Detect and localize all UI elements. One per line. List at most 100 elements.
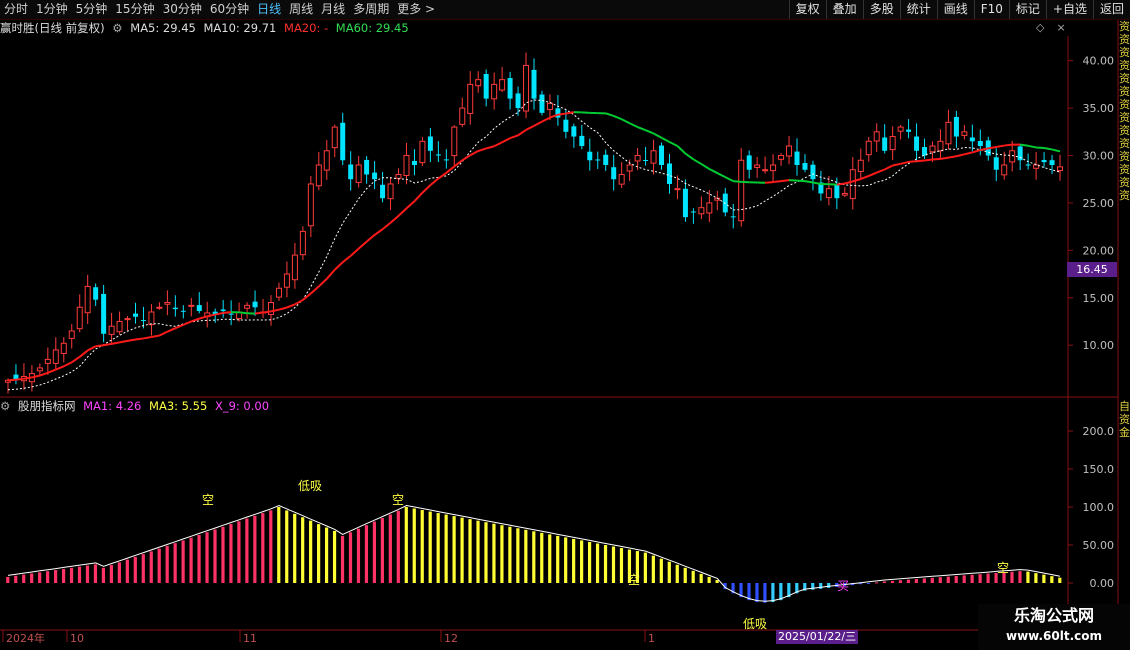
ma20-segment [405, 200, 416, 210]
price-tick-label: 10.00 [1083, 339, 1115, 352]
indicator-bar [954, 576, 958, 583]
ma20-segment [621, 118, 631, 125]
candle-body [380, 184, 386, 199]
candle-body [499, 79, 506, 91]
indicator-bar [301, 517, 305, 583]
candle-body [172, 307, 178, 310]
indicator-bar [77, 566, 82, 583]
candle-body [220, 309, 226, 312]
candle-body [84, 285, 91, 314]
candle-body [906, 129, 912, 132]
candle-body [682, 188, 688, 218]
date-tick-label: 1 [648, 632, 655, 645]
indicator-bar [564, 537, 568, 583]
candle-body [331, 126, 338, 149]
ma20-segment [397, 207, 408, 217]
signal-buy-label: 买 [837, 579, 849, 593]
sub-tick-label: 150.0 [1083, 463, 1115, 476]
indicator-bar [643, 552, 647, 583]
ma20-segment [302, 292, 312, 301]
candle-body [595, 159, 601, 161]
candle-body [283, 273, 290, 288]
candle-body [810, 164, 816, 180]
ma20-segment [924, 158, 933, 162]
indicator-bar [1034, 573, 1038, 583]
indicator-bar [197, 534, 201, 583]
indicator-bar [540, 532, 544, 583]
ma20-segment [900, 160, 909, 165]
indicator-bar [500, 525, 504, 583]
indicator-bar [14, 575, 18, 583]
candle-body [914, 136, 920, 151]
indicator-bar [324, 527, 329, 583]
sub-tick-label: 100.0 [1083, 501, 1115, 514]
candle-body [228, 313, 234, 315]
indicator-bar [468, 519, 472, 583]
ma20-segment [972, 149, 981, 154]
candle-body [857, 159, 864, 172]
candle-body [961, 131, 968, 136]
candle-body [403, 155, 410, 176]
ma20-segment [525, 124, 535, 131]
indicator-bar [906, 579, 910, 583]
candle-body [459, 107, 466, 125]
indicator-bar [428, 511, 432, 583]
candle-body [323, 150, 330, 171]
candle-body [467, 83, 474, 114]
indicator-bar [675, 564, 679, 583]
candle-body [778, 155, 785, 160]
indicator-bar [444, 514, 448, 583]
candle-body [252, 301, 258, 308]
candle-body [451, 126, 458, 157]
candle-body [531, 69, 537, 99]
indicator-bar [667, 561, 671, 583]
ma20-segment [55, 365, 65, 371]
indicator-bar [914, 579, 918, 583]
indicator-bar [348, 532, 353, 583]
right-side-panel-tab[interactable]: 资资资资资资资资资资资资资资 [1119, 20, 1130, 400]
indicator-bar [356, 528, 361, 583]
kline-chart[interactable]: 40.0035.0030.0025.0020.0015.0010.00200.0… [0, 0, 1130, 650]
ma20-segment [860, 174, 870, 180]
ma20-segment [326, 269, 336, 280]
candle-body [267, 302, 274, 315]
candle-body [977, 140, 983, 147]
ma20-segment [716, 172, 726, 178]
date-tick-label: 12 [444, 632, 458, 645]
indicator-bar [38, 572, 42, 583]
date-tick-label: 2024年 [6, 631, 45, 645]
indicator-bar [707, 576, 711, 583]
ma20-segment [700, 163, 710, 170]
candle-body [340, 122, 346, 161]
candle-body [841, 192, 848, 196]
indicator-bar [587, 541, 592, 583]
candle-body [387, 183, 394, 200]
indicator-bar [532, 531, 536, 583]
indicator-bar [970, 574, 974, 583]
right-side-panel-tab-2[interactable]: 自资金 [1119, 400, 1130, 460]
ma20-segment [996, 144, 1005, 148]
candle-body [849, 169, 856, 200]
candle-body [802, 163, 808, 170]
ma20-segment [158, 330, 168, 337]
ma20-segment [111, 341, 120, 345]
candle-body [116, 320, 123, 333]
ma20-segment [892, 162, 901, 167]
candle-body [483, 73, 489, 99]
candle-body [475, 79, 482, 87]
candle-body [546, 102, 553, 110]
ma20-segment [445, 165, 455, 174]
ma20-segment [948, 155, 957, 159]
ma20-segment [637, 126, 646, 132]
candle-body [611, 167, 617, 180]
current-price-tag: 16.45 [1067, 262, 1117, 277]
indicator-bar [930, 577, 934, 583]
candle-body [140, 320, 146, 322]
indicator-bar [595, 543, 600, 583]
indicator-bar [659, 558, 663, 583]
indicator-bar [524, 529, 528, 583]
candle-body [44, 358, 51, 364]
indicator-bar [364, 525, 369, 583]
indicator-bar [412, 508, 416, 583]
ma20-segment [286, 303, 296, 309]
